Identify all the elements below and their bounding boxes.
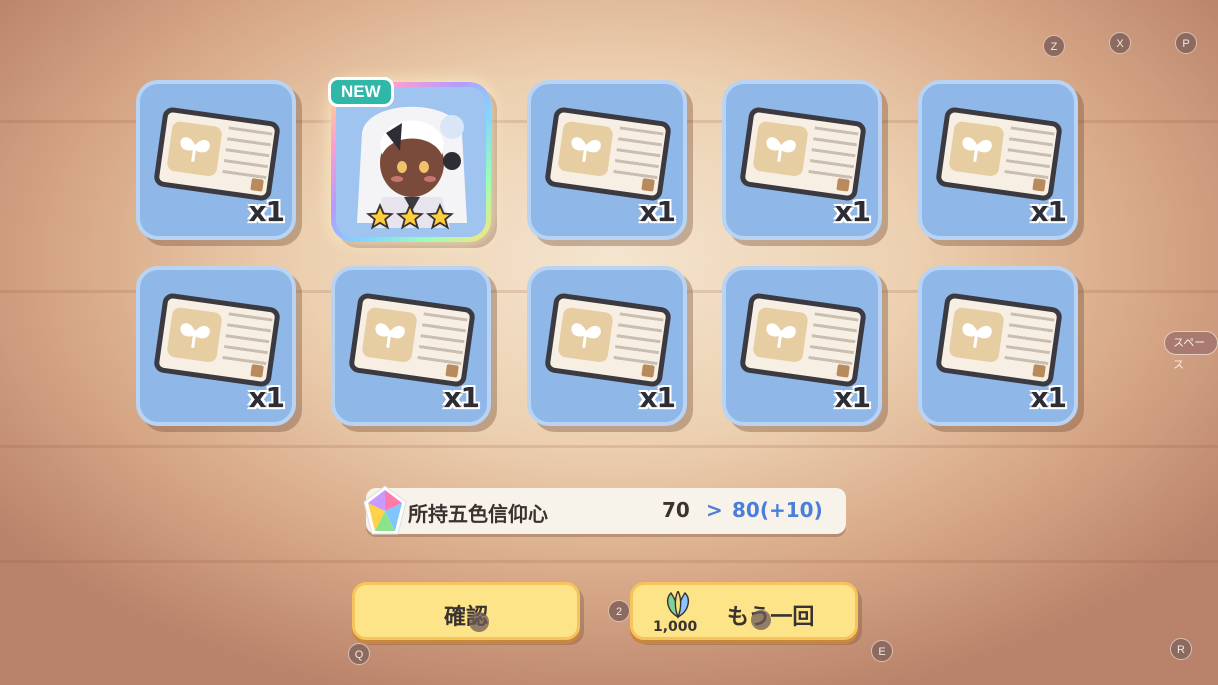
reward-card-ticket[interactable]: x1: [527, 266, 687, 426]
pull-cost: 1,000: [653, 619, 698, 635]
key-hint-2[interactable]: 2: [608, 600, 630, 622]
reward-count: x1: [834, 381, 871, 414]
new-badge: NEW: [328, 77, 394, 107]
faith-label: 所持五色信仰心: [408, 502, 548, 526]
star-icon: [396, 203, 424, 230]
key-hint-x[interactable]: X: [1109, 32, 1131, 54]
ticket-icon: [544, 106, 672, 202]
ticket-icon: [739, 106, 867, 202]
rarity-stars: [366, 203, 454, 231]
confirm-button-label: 確認: [443, 605, 488, 630]
ticket-icon: [935, 106, 1063, 202]
reward-count: x1: [443, 381, 480, 414]
star-icon: [366, 203, 394, 230]
touch-indicator: [469, 612, 489, 632]
reward-count: x1: [834, 195, 871, 228]
reward-count: x1: [1030, 381, 1067, 414]
key-hint-e[interactable]: E: [871, 640, 893, 662]
reward-card-ticket[interactable]: x1: [918, 266, 1078, 426]
reward-card-ticket[interactable]: x1: [722, 266, 882, 426]
ticket-icon: [153, 106, 281, 202]
key-hint-p[interactable]: P: [1175, 32, 1197, 54]
key-hint-space[interactable]: スペース: [1164, 331, 1218, 371]
five-color-gem-icon: [363, 485, 407, 535]
reward-count: x1: [248, 381, 285, 414]
reward-card-ticket[interactable]: x1: [918, 80, 1078, 240]
reward-count: x1: [1030, 195, 1067, 228]
reward-card-ticket[interactable]: x1: [136, 80, 296, 240]
pull-again-button[interactable]: 1,000 もう一回: [630, 582, 858, 640]
ticket-icon: [739, 292, 867, 388]
reward-count: x1: [248, 195, 285, 228]
reward-card-ticket[interactable]: x1: [331, 266, 491, 426]
touch-indicator: [751, 610, 771, 630]
faith-next-value: 80(+10): [732, 498, 823, 522]
faith-arrow: >: [706, 498, 723, 522]
key-hint-r[interactable]: R: [1170, 638, 1192, 660]
reward-card-ticket[interactable]: x1: [136, 266, 296, 426]
faith-progress-bar: 所持五色信仰心 70 > 80(+10): [363, 485, 846, 535]
ticket-icon: [153, 292, 281, 388]
reward-count: x1: [639, 195, 676, 228]
ticket-icon: [935, 292, 1063, 388]
ticket-icon: [544, 292, 672, 388]
pull-again-label: もう一回: [727, 599, 814, 631]
star-icon: [426, 203, 454, 230]
key-hint-q[interactable]: Q: [348, 643, 370, 665]
leaf-currency-icon: [666, 591, 690, 619]
reward-count: x1: [639, 381, 676, 414]
reward-card-ticket[interactable]: x1: [722, 80, 882, 240]
faith-current-value: 70: [662, 498, 690, 522]
reward-card-character[interactable]: NEW: [328, 77, 491, 242]
confirm-button[interactable]: 確認: [352, 582, 580, 640]
key-hint-z[interactable]: Z: [1043, 35, 1065, 57]
reward-card-ticket[interactable]: x1: [527, 80, 687, 240]
ticket-icon: [348, 292, 476, 388]
